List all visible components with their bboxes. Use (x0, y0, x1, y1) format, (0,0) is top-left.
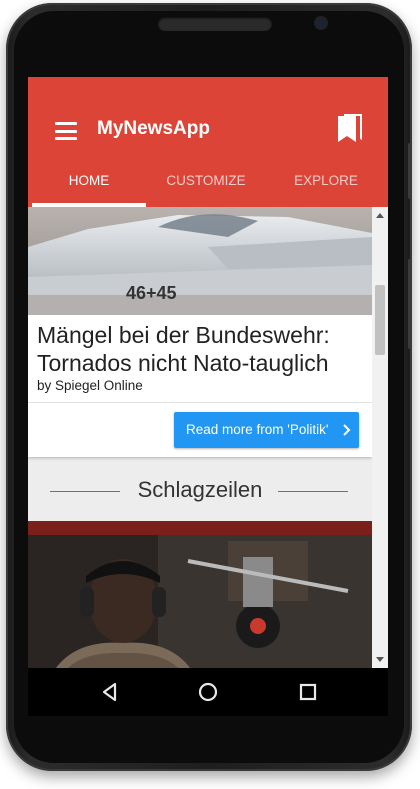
recent-apps-icon[interactable] (294, 678, 322, 706)
news-feed[interactable]: 46+45 Mängel bei der Bundeswehr: Tornado… (28, 207, 372, 668)
headline-image[interactable] (28, 521, 372, 668)
back-icon[interactable] (96, 678, 124, 706)
article-source: by Spiegel Online (37, 378, 143, 393)
read-more-label: Read more from 'Politik' (186, 422, 329, 437)
tab-bar: HOME CUSTOMIZE EXPLORE (28, 161, 388, 207)
power-button (408, 259, 412, 349)
volume-button (408, 143, 412, 199)
app-bar: MyNewsApp HOME CUSTOMIZE EXPLORE (28, 77, 388, 207)
app-screen: MyNewsApp HOME CUSTOMIZE EXPLORE 46+45 M… (28, 77, 388, 668)
read-more-button[interactable]: Read more from 'Politik' (174, 412, 359, 448)
article-image[interactable]: 46+45 (28, 207, 372, 315)
front-camera (316, 18, 326, 28)
tab-home[interactable]: HOME (32, 161, 146, 207)
home-icon[interactable] (194, 678, 222, 706)
app-title: MyNewsApp (97, 118, 210, 139)
article-card[interactable]: 46+45 Mängel bei der Bundeswehr: Tornado… (28, 207, 372, 457)
section-header: Schlagzeilen (28, 465, 372, 517)
aircraft-marking: 46+45 (126, 283, 177, 303)
card-divider (28, 402, 372, 403)
chevron-right-icon (343, 424, 351, 436)
scroll-down-arrow-icon[interactable] (376, 657, 384, 662)
tab-customize[interactable]: CUSTOMIZE (146, 161, 266, 207)
hamburger-menu-icon[interactable] (55, 122, 77, 140)
scroll-thumb[interactable] (375, 285, 385, 355)
scrollbar[interactable] (372, 207, 388, 668)
speaker-grille (158, 17, 272, 31)
bookmarks-icon[interactable] (337, 114, 363, 144)
tab-explore[interactable]: EXPLORE (266, 161, 386, 207)
scroll-up-arrow-icon[interactable] (376, 213, 384, 218)
section-title: Schlagzeilen (137, 477, 263, 502)
android-nav-bar (28, 668, 388, 716)
section-line-right (278, 491, 348, 492)
article-headline[interactable]: Mängel bei der Bundeswehr: Tornados nich… (37, 321, 367, 377)
